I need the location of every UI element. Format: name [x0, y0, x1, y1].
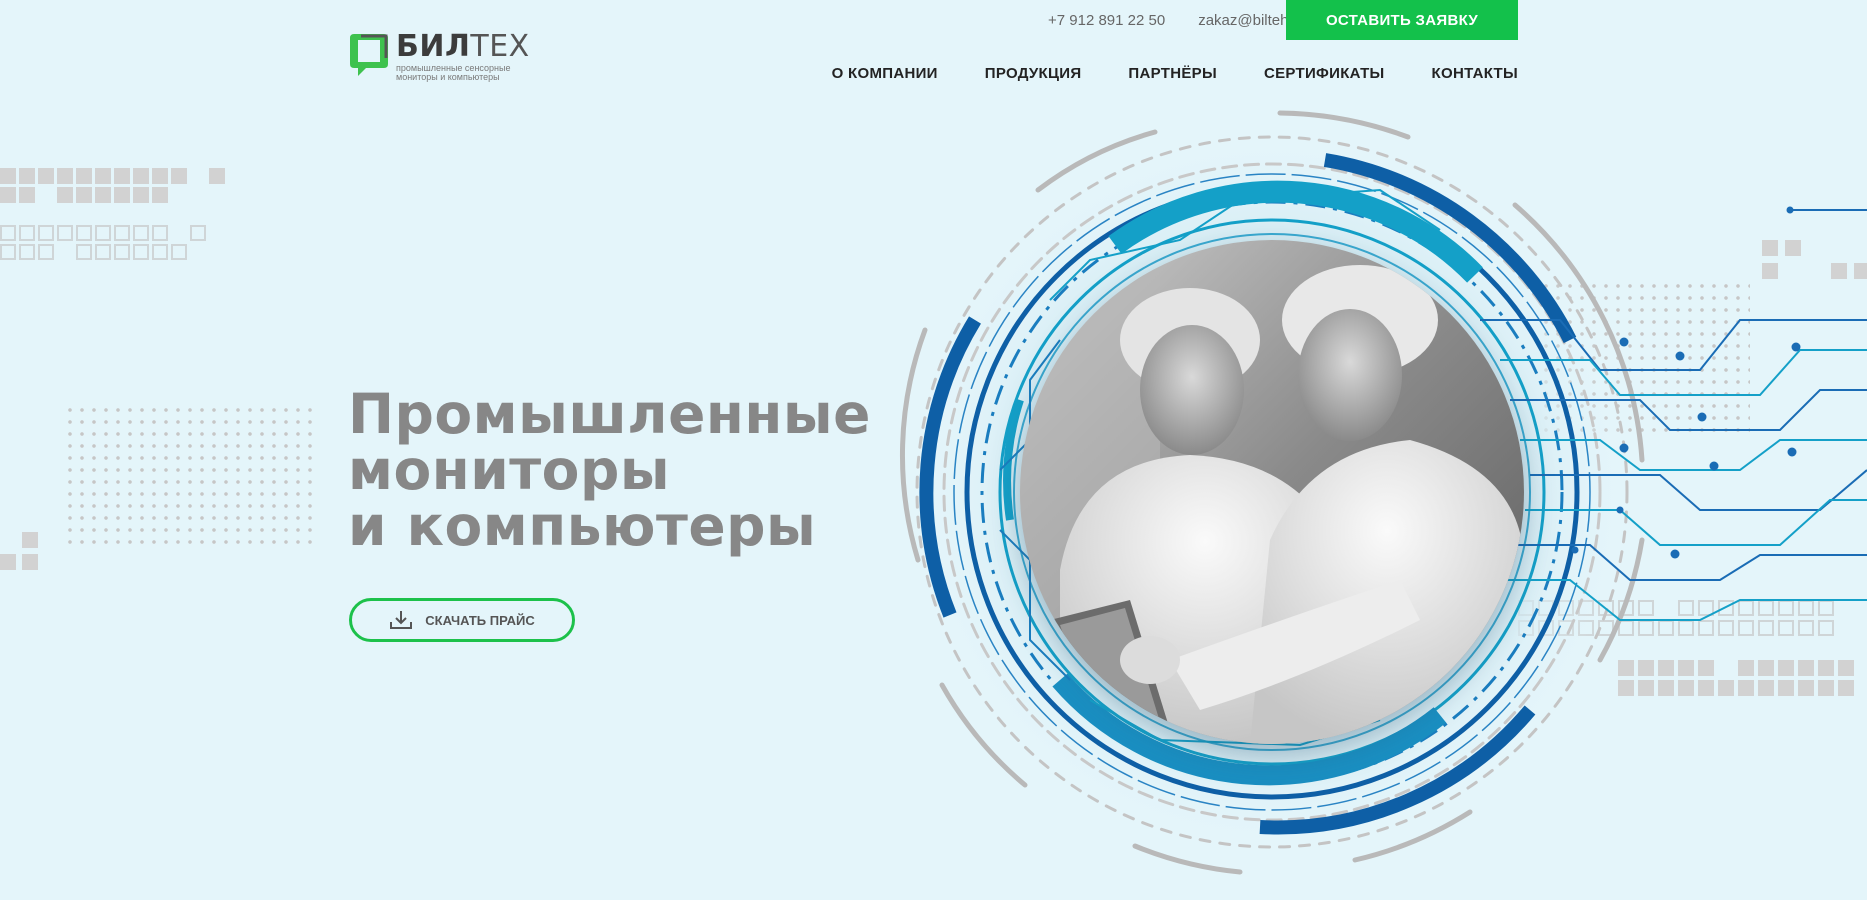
hero-title-line-3: и компьютеры [348, 494, 817, 558]
circuit-ring-illustration [899, 110, 1867, 875]
download-icon [390, 611, 413, 629]
download-price-button[interactable]: СКАЧАТЬ ПРАЙС [349, 598, 575, 642]
main-nav: О КОМПАНИИ ПРОДУКЦИЯ ПАРТНЁРЫ СЕРТИФИКАТ… [832, 65, 1518, 82]
nav-item-contacts[interactable]: КОНТАКТЫ [1432, 65, 1518, 82]
workers-photo-image [1020, 240, 1524, 744]
page: БИЛТЕХ промышленные сенсорные мониторы и… [0, 0, 1867, 900]
download-price-label: СКАЧАТЬ ПРАЙС [425, 612, 535, 628]
phone-link[interactable]: +7 912 891 22 50 [1048, 12, 1165, 29]
hero-photo [1020, 240, 1524, 744]
leave-request-button[interactable]: ОСТАВИТЬ ЗАЯВКУ [1286, 0, 1518, 40]
nav-item-partners[interactable]: ПАРТНЁРЫ [1128, 65, 1217, 82]
logo-wordmark: БИЛТЕХ [396, 29, 530, 64]
nav-item-certificates[interactable]: СЕРТИФИКАТЫ [1264, 65, 1385, 82]
header-contacts: +7 912 891 22 50 zakaz@bilteh.ru [1048, 12, 1318, 29]
hero-title: Промышленные мониторы и компьютеры [348, 386, 871, 554]
nav-item-products[interactable]: ПРОДУКЦИЯ [985, 65, 1082, 82]
hero-title-line-1: Промышленные [348, 382, 871, 446]
nav-item-about[interactable]: О КОМПАНИИ [832, 65, 938, 82]
logo[interactable]: БИЛТЕХ промышленные сенсорные мониторы и… [348, 30, 530, 82]
logo-mark-icon [350, 34, 388, 76]
hero-title-line-2: мониторы [348, 438, 671, 502]
logo-tagline: промышленные сенсорные мониторы и компью… [396, 63, 511, 82]
